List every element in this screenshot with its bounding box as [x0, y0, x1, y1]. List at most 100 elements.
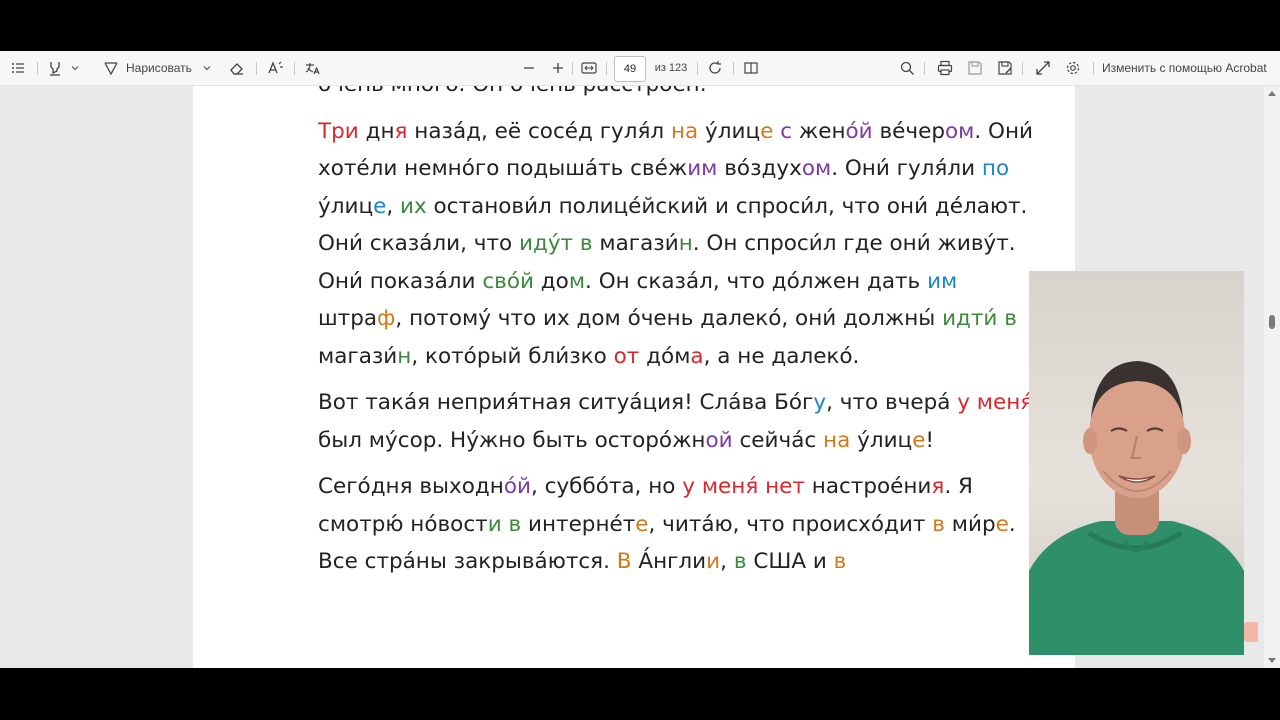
- text-run: ф: [377, 306, 396, 331]
- settings-button[interactable]: [1062, 51, 1084, 85]
- text-run: штра: [318, 306, 378, 331]
- text-run: настрое́ни: [804, 474, 932, 499]
- page-view-button[interactable]: [740, 51, 762, 85]
- text-run: , а не далеко́.: [703, 343, 860, 369]
- rotate-icon: [709, 61, 721, 74]
- toolbar-divider: [697, 62, 698, 75]
- scrollbar-thumb[interactable]: [1269, 315, 1275, 329]
- letterbox-bottom: [0, 668, 1280, 720]
- read-aloud-button[interactable]: [264, 51, 288, 85]
- page-number-input[interactable]: 49: [614, 56, 646, 82]
- text-run: ми́р: [944, 511, 996, 537]
- toolbar-divider: [294, 62, 295, 75]
- draw-icon: [104, 62, 118, 76]
- page-text: о́чень мно́го. Он о́чень расстро́ен. Три…: [318, 86, 1038, 590]
- highlight-button[interactable]: [44, 51, 66, 85]
- search-icon: [900, 61, 914, 75]
- text-run: во́здух: [717, 156, 802, 181]
- text-run: у́лиц: [318, 193, 374, 219]
- paragraph-2: Вот така́я неприя́тная ситуа́ция! Сла́ва…: [318, 384, 1038, 459]
- vertical-scrollbar[interactable]: [1264, 86, 1280, 668]
- text-run: им: [687, 156, 718, 181]
- settings-icon: [1066, 61, 1080, 75]
- text-run: е: [373, 193, 387, 219]
- fit-page-icon: [581, 62, 597, 74]
- text-run: их: [399, 193, 427, 219]
- text-run: от: [613, 343, 640, 369]
- scroll-up-icon[interactable]: [1268, 90, 1276, 96]
- highlighter-icon: [50, 62, 60, 76]
- scroll-down-icon[interactable]: [1268, 658, 1276, 664]
- eraser-icon: [230, 63, 243, 75]
- draw-label[interactable]: Нарисовать: [126, 51, 196, 85]
- text-run: по: [981, 156, 1010, 181]
- chevron-down-icon: [203, 66, 211, 71]
- erase-button[interactable]: [226, 51, 248, 85]
- text-run: я: [931, 474, 945, 499]
- toolbar-divider: [572, 62, 573, 75]
- list-icon: [12, 63, 24, 73]
- text-run: е: [760, 118, 774, 144]
- save-as-icon: [998, 61, 1012, 75]
- side-panel-tab[interactable]: [1244, 622, 1258, 642]
- toolbar-divider: [1093, 62, 1094, 75]
- text-run: до: [533, 268, 569, 294]
- text-run: с: [780, 118, 793, 144]
- page-total: из 123: [654, 62, 688, 74]
- highlight-options-button[interactable]: [68, 51, 82, 85]
- text-run: сво́й: [482, 268, 534, 294]
- presenter-video: [1029, 361, 1244, 655]
- translate-button[interactable]: [300, 51, 324, 85]
- text-run: у́лиц: [698, 118, 761, 144]
- text-run: в: [733, 549, 747, 574]
- toolbar-divider: [606, 62, 607, 75]
- print-button[interactable]: [934, 51, 956, 85]
- text-run: А́нгли: [631, 549, 707, 574]
- text-run: у: [813, 390, 827, 415]
- save-button[interactable]: [964, 51, 986, 85]
- text-run: а: [690, 343, 704, 369]
- text-run: ом: [801, 156, 832, 181]
- zoom-out-button[interactable]: [519, 51, 539, 85]
- fit-page-button[interactable]: [578, 51, 600, 85]
- text-run: у́лиц: [850, 427, 913, 453]
- zoom-out-icon: [524, 67, 534, 69]
- zoom-in-button[interactable]: [548, 51, 568, 85]
- draw-options-button[interactable]: [200, 51, 214, 85]
- text-run: н: [678, 231, 693, 256]
- text-run: им: [927, 268, 958, 294]
- text-run: . Они́ гуля́ли: [831, 156, 982, 181]
- rotate-button[interactable]: [704, 51, 726, 85]
- zoom-in-icon: [553, 63, 563, 73]
- print-icon: [937, 60, 953, 76]
- paragraph-1: Три дня наза́д, её сосе́д гуля́л на у́ли…: [318, 113, 1038, 376]
- text-run: [502, 512, 509, 537]
- draw-tool-button[interactable]: [100, 51, 122, 85]
- text-run: ,: [720, 549, 734, 574]
- text-run: сейча́с: [732, 427, 824, 453]
- text-run: , чита́ю, что происхо́дит: [648, 511, 933, 537]
- text-run: . Он сказа́л, что до́лжен дать: [585, 268, 928, 294]
- text-run: ,: [386, 193, 400, 219]
- text-run: е: [995, 511, 1009, 537]
- fullscreen-button[interactable]: [1032, 51, 1054, 85]
- save-as-button[interactable]: [994, 51, 1016, 85]
- translate-icon: [305, 63, 320, 75]
- contents-button[interactable]: [6, 51, 30, 85]
- text-run: магази́: [592, 231, 679, 256]
- paragraph-3: Сего́дня выходно́й, суббо́та, но у меня́…: [318, 468, 1038, 581]
- search-button[interactable]: [896, 51, 918, 85]
- read-aloud-icon: [268, 61, 283, 74]
- text-run: на: [823, 427, 851, 453]
- page-view-icon: [744, 62, 758, 74]
- text-run: е: [635, 511, 649, 537]
- fullscreen-icon: [1036, 61, 1050, 75]
- text-run: е: [912, 427, 926, 453]
- text-run: в: [833, 549, 847, 574]
- pdf-page: о́чень мно́го. Он о́чень расстро́ен. Три…: [193, 86, 1075, 668]
- text-run: , что вчера́: [826, 390, 958, 415]
- paragraph-0: о́чень мно́го. Он о́чень расстро́ен.: [318, 86, 1038, 104]
- text-run: идти́ в: [942, 306, 1017, 331]
- text-run: дн: [358, 118, 395, 144]
- edit-with-acrobat-button[interactable]: Изменить с помощью Acrobat: [1102, 51, 1274, 85]
